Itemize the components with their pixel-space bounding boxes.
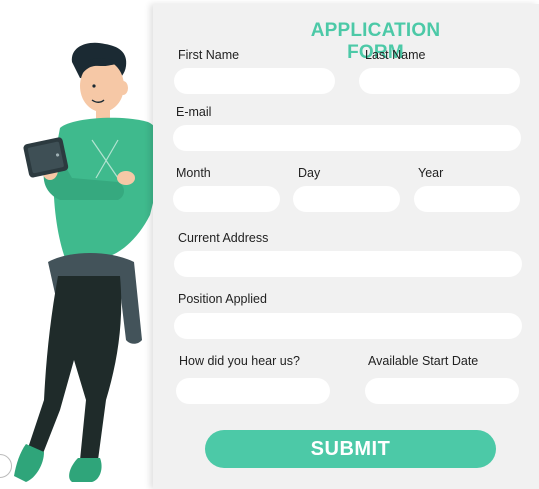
year-label: Year <box>418 166 444 180</box>
how-heard-label: How did you hear us? <box>179 354 300 368</box>
current-address-field[interactable] <box>174 251 522 277</box>
email-label: E-mail <box>176 105 212 119</box>
first-name-field[interactable] <box>174 68 335 94</box>
start-date-field[interactable] <box>365 378 519 404</box>
month-label: Month <box>176 166 211 180</box>
position-applied-field[interactable] <box>174 313 522 339</box>
last-name-label: Last Name <box>365 48 426 62</box>
current-address-label: Current Address <box>178 231 269 245</box>
year-field[interactable] <box>414 186 520 212</box>
first-name-label: First Name <box>178 48 240 62</box>
application-form: APPLICATION FORM First Name Last Name E-… <box>153 4 539 489</box>
start-date-label: Available Start Date <box>368 354 479 368</box>
position-applied-label: Position Applied <box>178 292 267 306</box>
how-heard-field[interactable] <box>176 378 330 404</box>
month-field[interactable] <box>173 186 280 212</box>
submit-button[interactable]: SUBMIT <box>205 430 496 468</box>
email-field[interactable] <box>173 125 521 151</box>
day-label: Day <box>298 166 321 180</box>
last-name-field[interactable] <box>359 68 520 94</box>
day-field[interactable] <box>293 186 400 212</box>
person-illustration <box>14 42 163 482</box>
